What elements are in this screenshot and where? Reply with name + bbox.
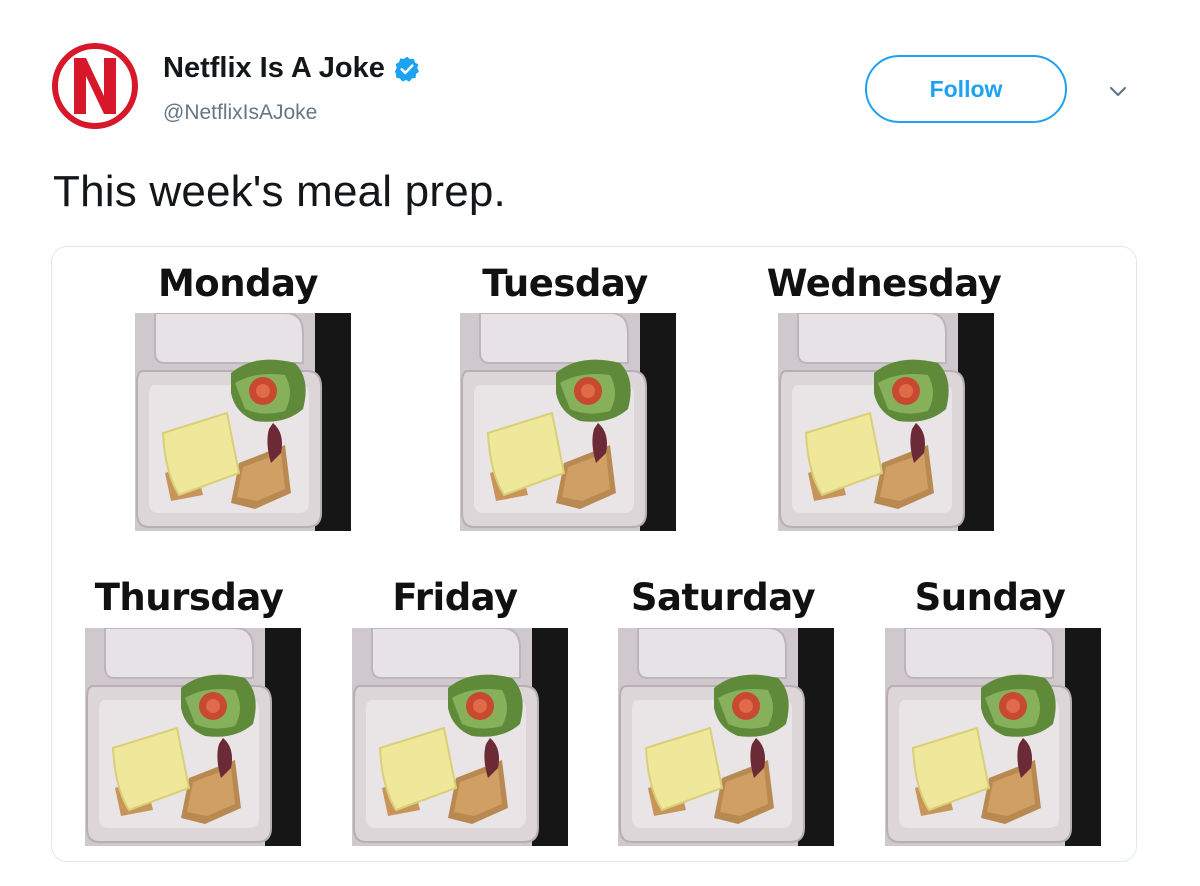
tweet-text: This week's meal prep. <box>53 167 506 216</box>
avatar[interactable] <box>52 43 138 129</box>
follow-button[interactable]: Follow <box>865 55 1067 123</box>
meal-photo-wednesday[interactable] <box>778 313 994 531</box>
day-label-saturday: Saturday <box>630 576 816 619</box>
meal-photo-monday[interactable] <box>135 313 351 531</box>
day-label-tuesday: Tuesday <box>482 262 648 305</box>
user-handle[interactable]: @NetflixIsAJoke <box>163 101 317 125</box>
day-label-friday: Friday <box>392 576 518 619</box>
day-label-wednesday: Wednesday <box>766 262 1002 305</box>
day-label-thursday: Thursday <box>94 576 284 619</box>
verified-badge-icon <box>394 56 419 82</box>
display-name[interactable]: Netflix Is A Joke <box>163 52 385 85</box>
day-label-monday: Monday <box>157 262 319 305</box>
day-label-sunday: Sunday <box>914 576 1066 619</box>
meal-photo-sunday[interactable] <box>885 628 1101 846</box>
meal-photo-tuesday[interactable] <box>460 313 676 531</box>
meal-photo-saturday[interactable] <box>618 628 834 846</box>
meal-photo-friday[interactable] <box>352 628 568 846</box>
chevron-down-icon[interactable] <box>1106 82 1130 100</box>
netflix-logo-icon <box>74 58 116 114</box>
meal-photo-thursday[interactable] <box>85 628 301 846</box>
